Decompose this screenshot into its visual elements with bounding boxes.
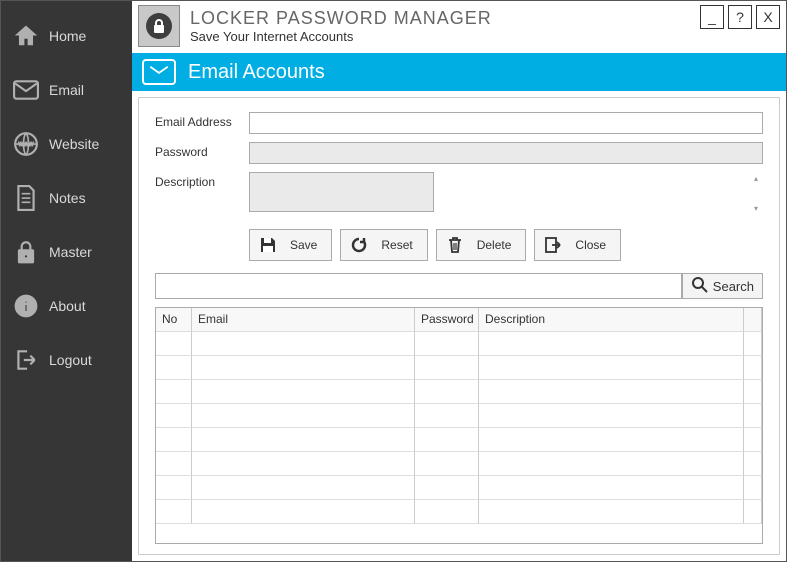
table-row[interactable] [156, 428, 762, 452]
grid-body [156, 332, 762, 543]
save-button-label: Save [290, 238, 317, 252]
textarea-scroll-hint: ▴▾ [751, 174, 761, 213]
sidebar-item-label: Email [49, 82, 84, 98]
password-input[interactable] [249, 142, 763, 164]
sidebar: Home Email WWW Website Notes Master [1, 1, 132, 561]
sidebar-item-email[interactable]: Email [1, 63, 132, 117]
delete-button-label: Delete [477, 238, 512, 252]
search-button[interactable]: Search [682, 273, 763, 299]
svg-text:WWW: WWW [18, 142, 34, 148]
description-input[interactable] [249, 172, 434, 212]
description-label: Description [155, 172, 249, 189]
table-row[interactable] [156, 476, 762, 500]
search-button-label: Search [713, 279, 754, 294]
trash-icon [445, 235, 465, 255]
logout-icon [13, 347, 39, 373]
sidebar-item-label: About [49, 298, 86, 314]
table-row[interactable] [156, 500, 762, 524]
search-icon [691, 276, 709, 297]
col-spacer [744, 308, 762, 332]
close-button[interactable]: Close [534, 229, 621, 261]
sidebar-item-logout[interactable]: Logout [1, 333, 132, 387]
svg-text:i: i [24, 298, 28, 315]
envelope-icon [13, 77, 39, 103]
info-icon: i [13, 293, 39, 319]
col-password: Password [415, 308, 479, 332]
table-row[interactable] [156, 380, 762, 404]
delete-button[interactable]: Delete [436, 229, 527, 261]
password-label: Password [155, 142, 249, 159]
table-row[interactable] [156, 404, 762, 428]
sidebar-item-home[interactable]: Home [1, 9, 132, 63]
help-button[interactable]: ? [728, 5, 752, 29]
sidebar-item-website[interactable]: WWW Website [1, 117, 132, 171]
lock-icon [13, 239, 39, 265]
save-button[interactable]: Save [249, 229, 332, 261]
sidebar-item-label: Master [49, 244, 92, 260]
app-subtitle: Save Your Internet Accounts [190, 29, 492, 44]
accounts-grid[interactable]: No Email Password Description [155, 307, 763, 544]
app-title: LOCKER PASSWORD MANAGER [190, 8, 492, 29]
header: LOCKER PASSWORD MANAGER Save Your Intern… [132, 1, 786, 53]
reset-button-label: Reset [381, 238, 412, 252]
col-no: No [156, 308, 192, 332]
refresh-icon [349, 235, 369, 255]
home-icon [13, 23, 39, 49]
col-email: Email [192, 308, 415, 332]
sidebar-item-about[interactable]: i About [1, 279, 132, 333]
close-button-label: Close [575, 238, 606, 252]
main-area: LOCKER PASSWORD MANAGER Save Your Intern… [132, 1, 786, 561]
table-row[interactable] [156, 356, 762, 380]
sidebar-item-notes[interactable]: Notes [1, 171, 132, 225]
sidebar-item-master[interactable]: Master [1, 225, 132, 279]
note-icon [13, 185, 39, 211]
sidebar-item-label: Home [49, 28, 86, 44]
globe-icon: WWW [13, 131, 39, 157]
close-window-button[interactable]: X [756, 5, 780, 29]
section-bar: Email Accounts [132, 53, 786, 91]
section-title: Email Accounts [188, 61, 325, 84]
envelope-icon [142, 59, 176, 85]
sidebar-item-label: Notes [49, 190, 86, 206]
sidebar-item-label: Logout [49, 352, 92, 368]
email-label: Email Address [155, 112, 249, 129]
col-description: Description [479, 308, 744, 332]
content-panel: Email Address Password Description ▴▾ [138, 97, 780, 555]
sidebar-item-label: Website [49, 136, 99, 152]
grid-header: No Email Password Description [156, 308, 762, 332]
email-input[interactable] [249, 112, 763, 134]
table-row[interactable] [156, 452, 762, 476]
lock-app-button[interactable] [138, 5, 180, 47]
search-input[interactable] [155, 273, 682, 299]
save-icon [258, 235, 278, 255]
reset-button[interactable]: Reset [340, 229, 427, 261]
exit-icon [543, 235, 563, 255]
minimize-button[interactable]: _ [700, 5, 724, 29]
table-row[interactable] [156, 332, 762, 356]
